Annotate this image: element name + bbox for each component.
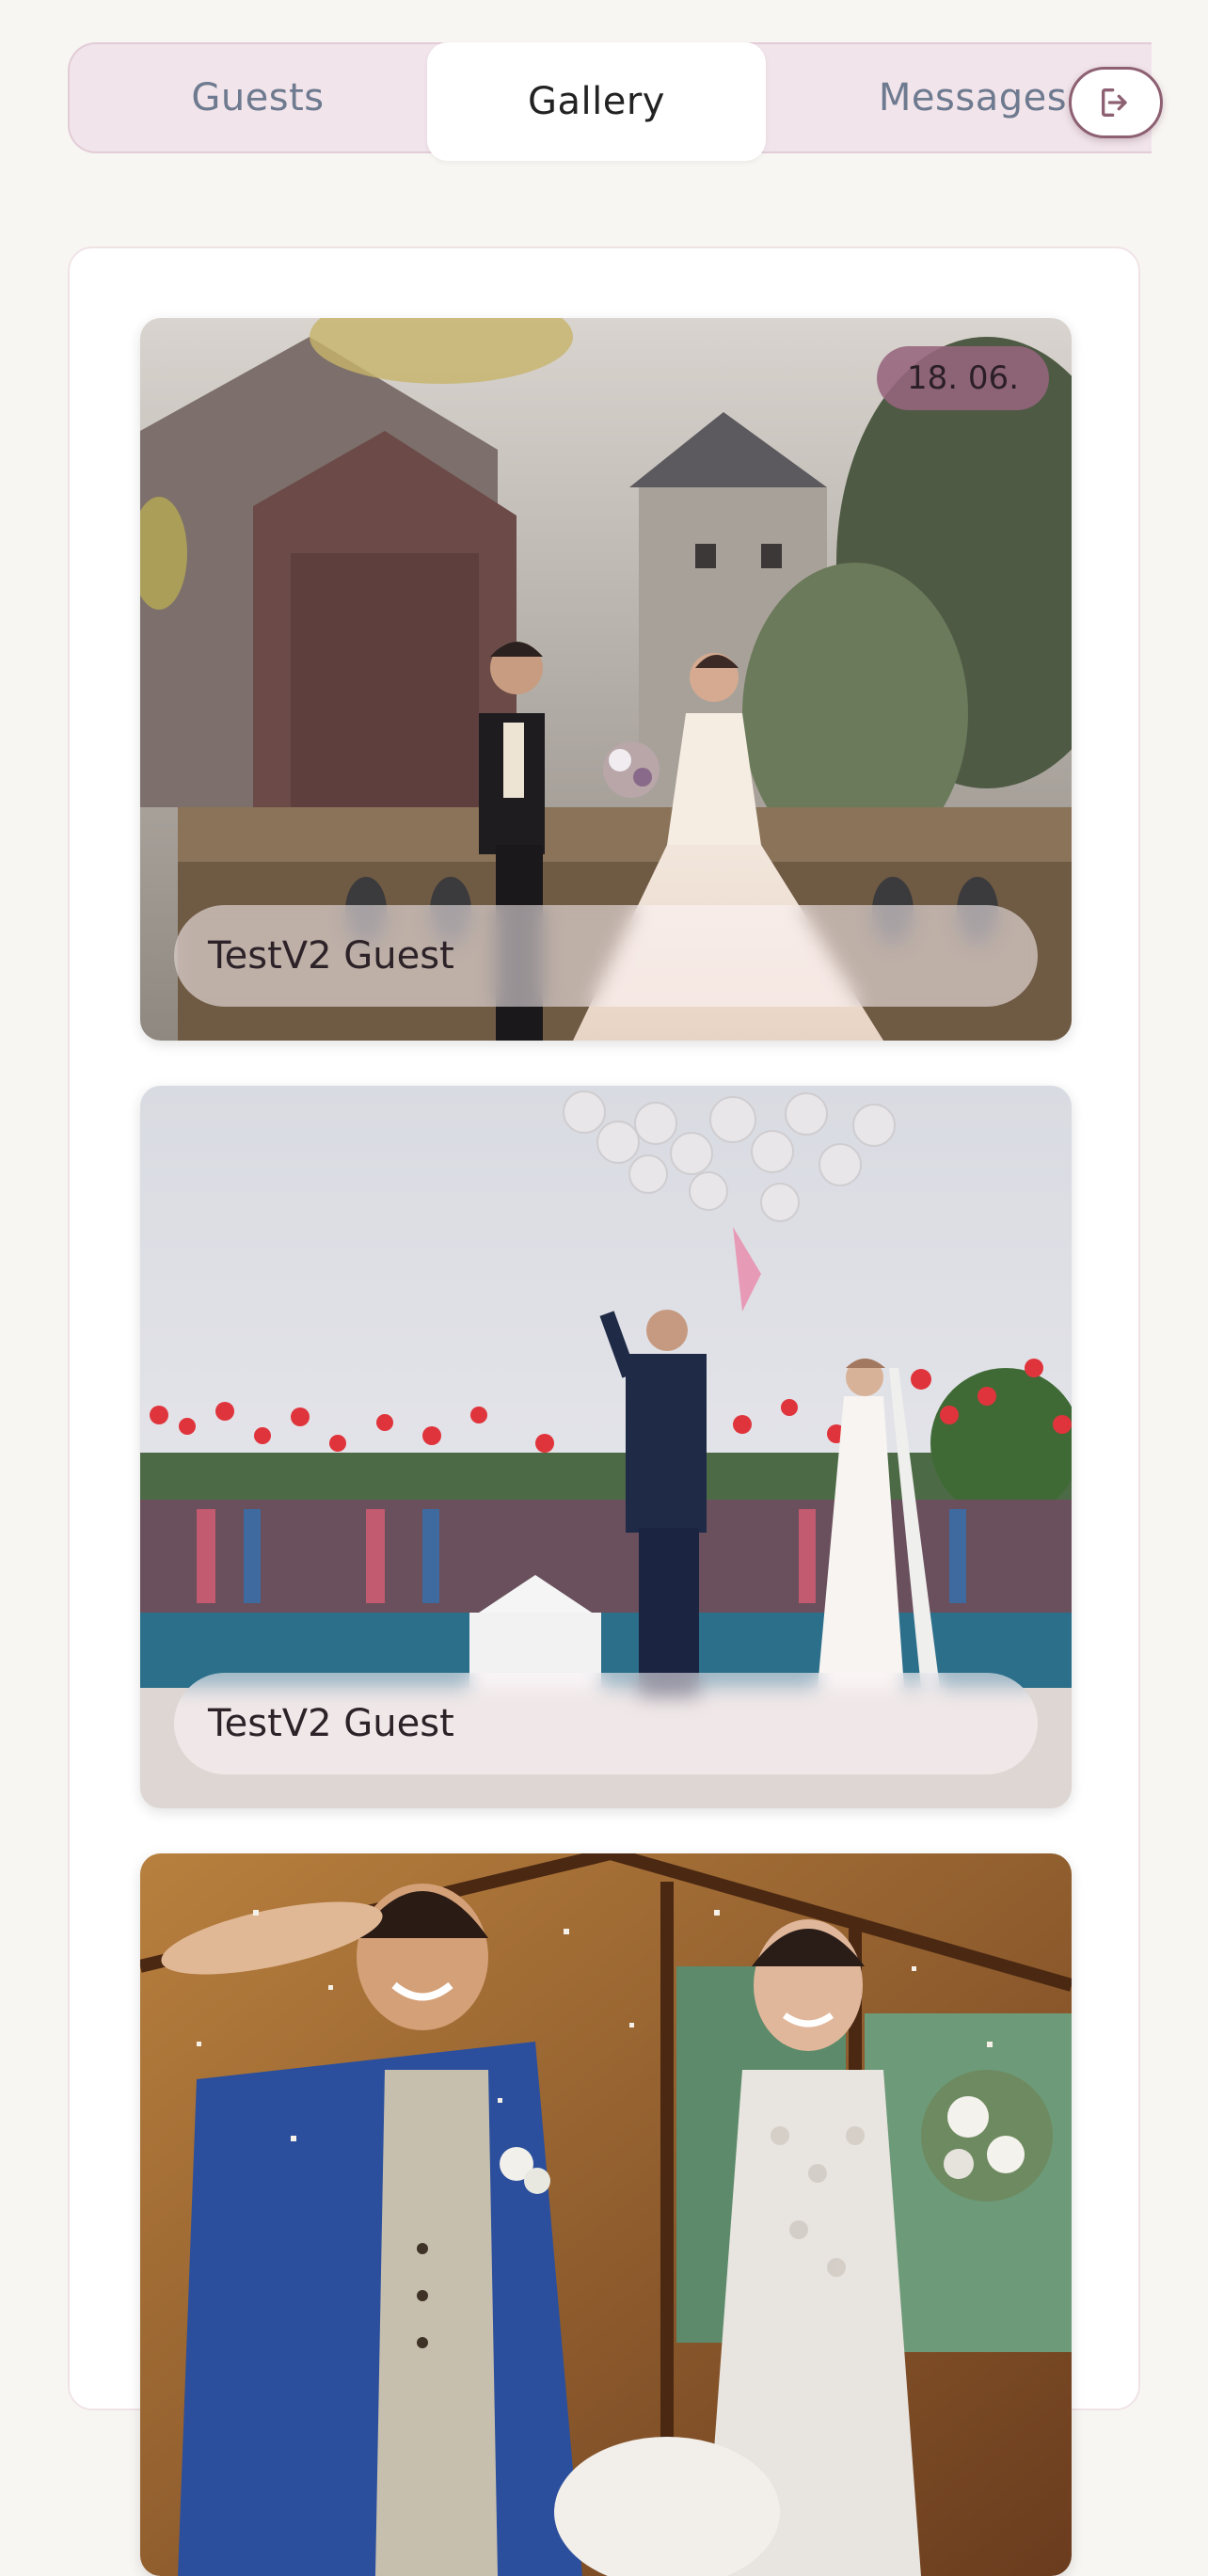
logout-button[interactable] [1069,67,1163,138]
gallery-photo-card[interactable] [140,1853,1072,2576]
guest-name-label: TestV2 Guest [174,1673,1038,1774]
gallery-panel: 18. 06. TestV2 Guest TestV2 Guest [68,246,1140,2576]
tab-guests[interactable]: Guests [70,44,446,151]
gallery-photo-card[interactable]: TestV2 Guest [140,1086,1072,1808]
logout-icon [1102,88,1127,118]
tab-gallery[interactable]: Gallery [427,42,766,161]
gallery-photo-card[interactable]: 18. 06. TestV2 Guest [140,318,1072,1041]
tab-bar: Guests Gallery Messages [68,42,1152,161]
guest-name-label: TestV2 Guest [174,905,1038,1007]
confetti-couple-photo [140,1853,1072,2576]
date-badge: 18. 06. [877,346,1049,410]
